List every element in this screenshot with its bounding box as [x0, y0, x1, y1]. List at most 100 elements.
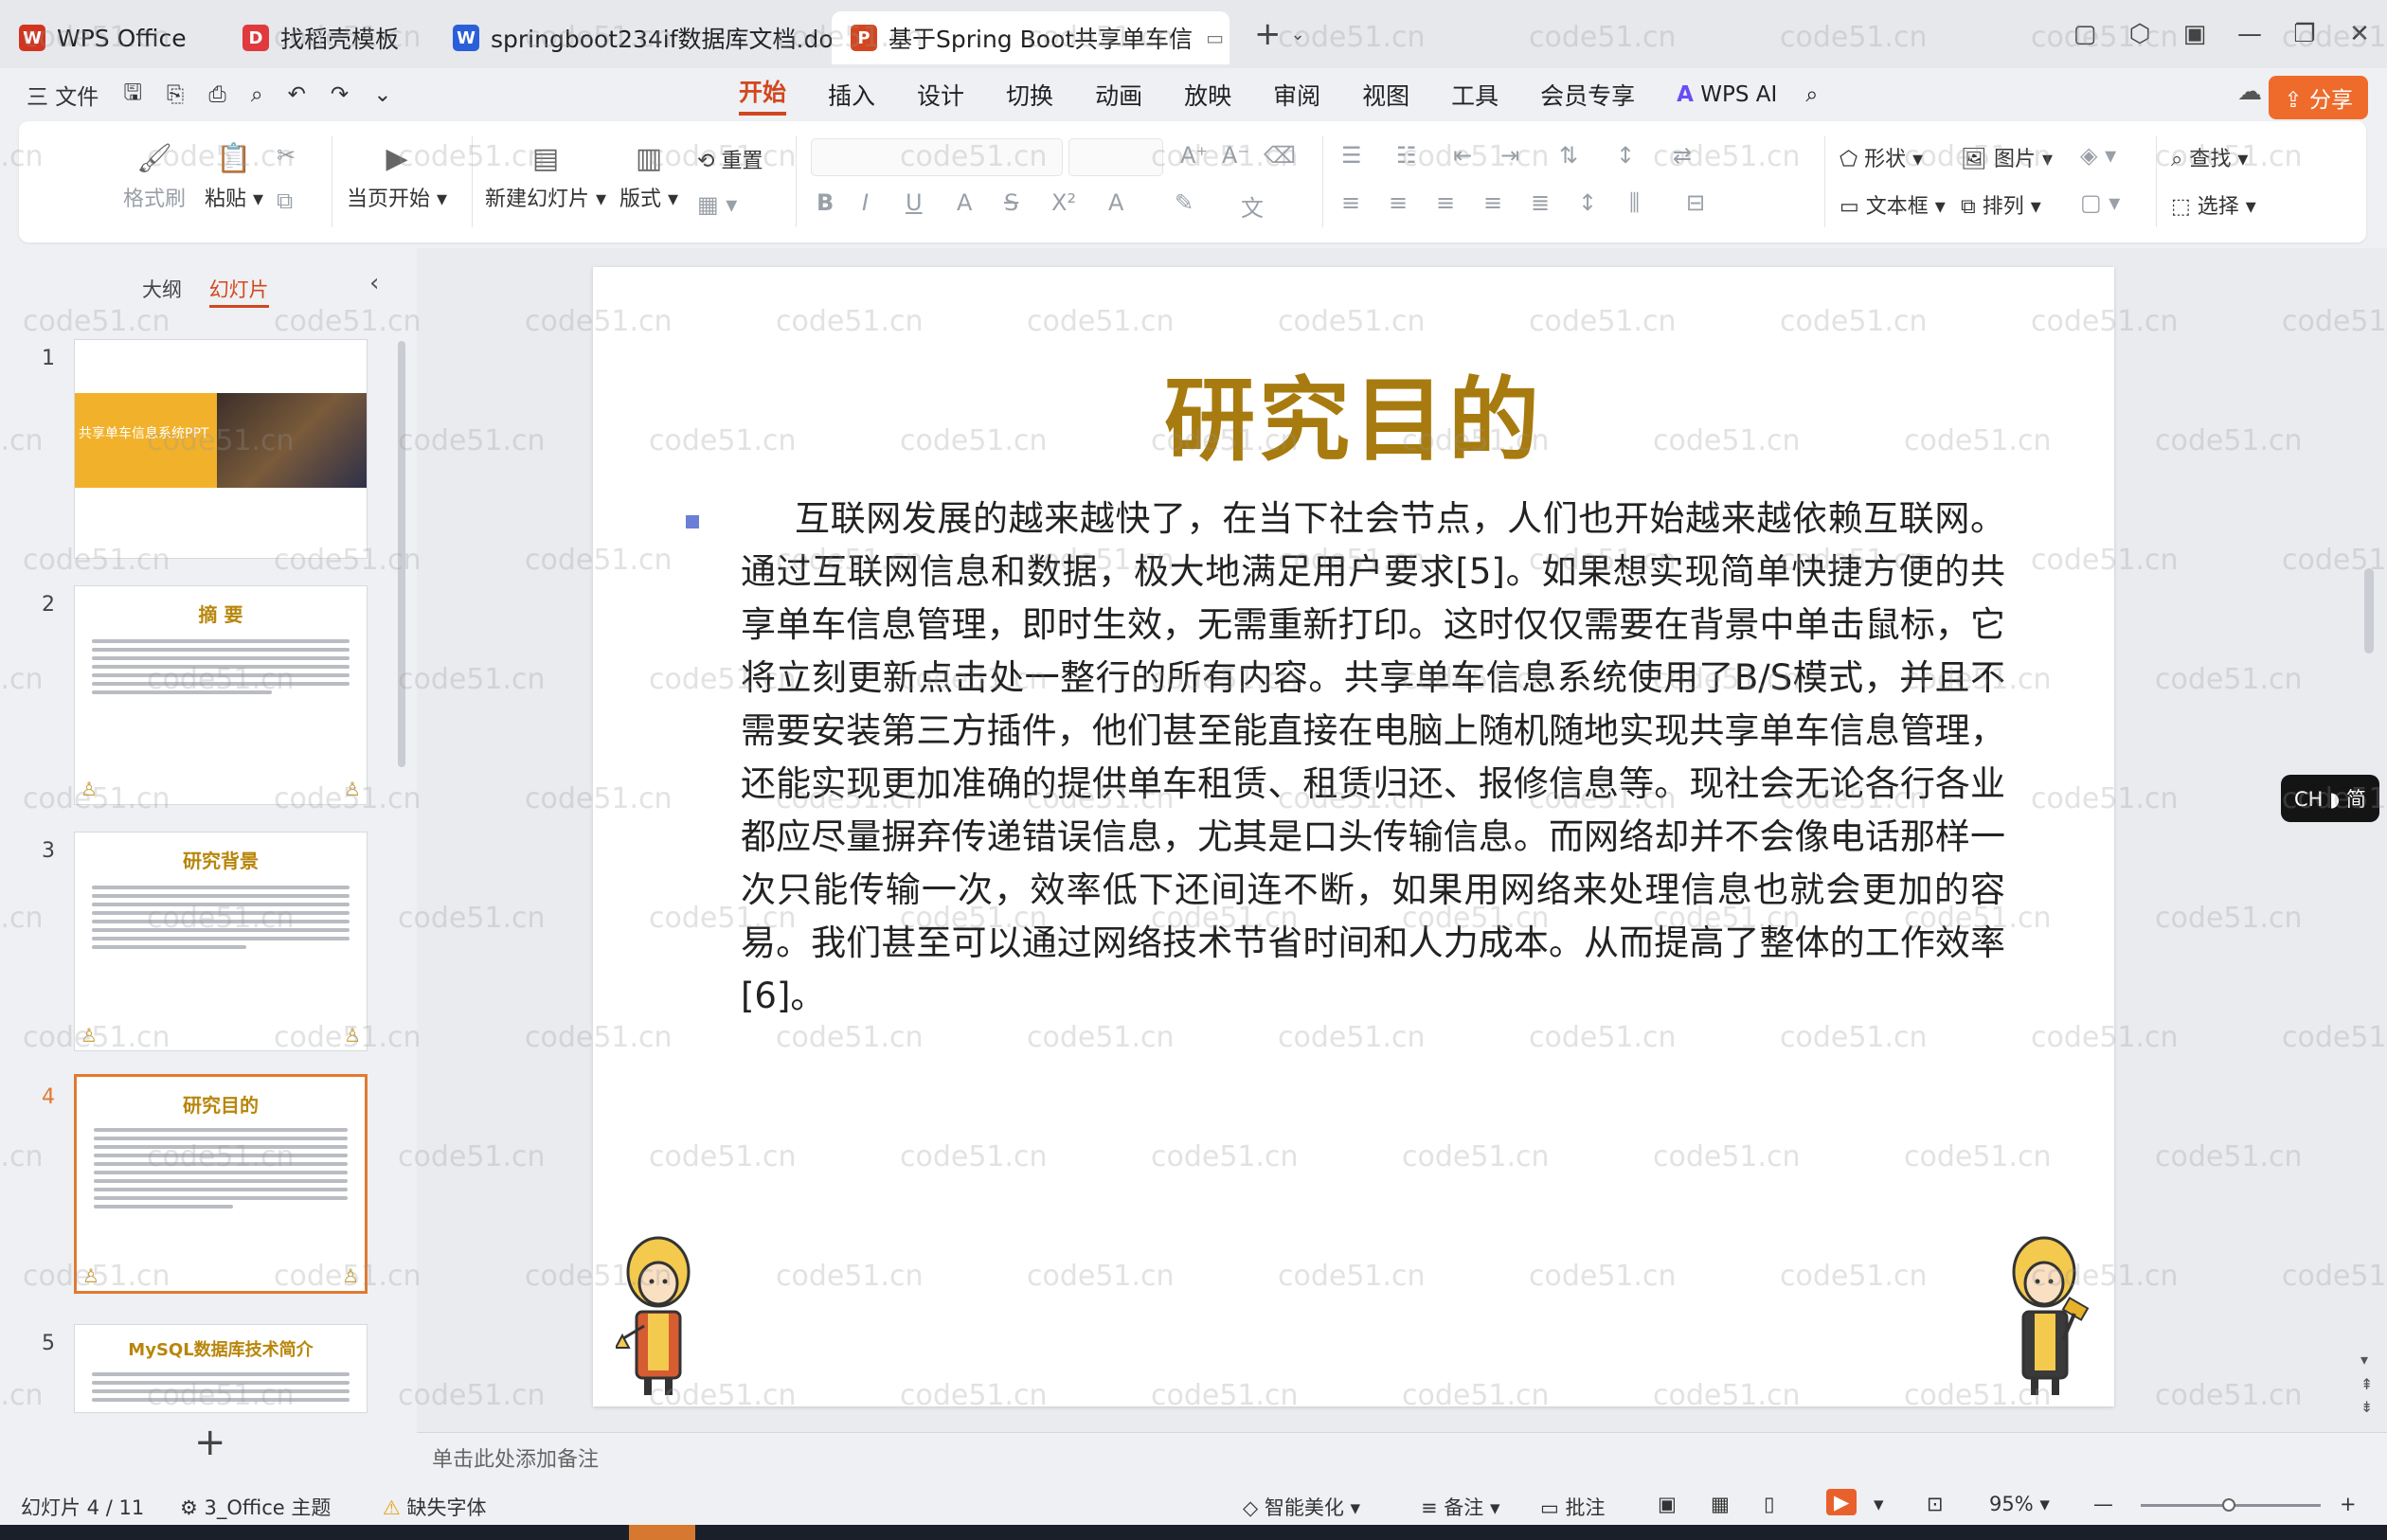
convert-icon[interactable]: ⇄ — [1673, 142, 1692, 169]
select-button[interactable]: ⬚ 选择 ▾ — [2171, 189, 2256, 220]
wps-ai-button[interactable]: A WPS AI — [1677, 82, 1777, 107]
play-current-button[interactable]: ▶ 当页开始 ▾ — [347, 142, 447, 212]
tab-ppt-document[interactable]: P 基于Spring Boot共享单车信 ▭ ✕ — [832, 11, 1229, 64]
text-align-icon[interactable]: ⊟ — [1686, 189, 1705, 216]
slide-title[interactable]: 研究目的 — [593, 347, 2114, 478]
decrease-indent-icon[interactable]: ⇤ — [1453, 142, 1472, 169]
notes-toggle-button[interactable]: ≡ 备注 ▾ — [1421, 1493, 1500, 1521]
justify-icon[interactable]: ≡ — [1483, 189, 1502, 216]
notes-pane[interactable]: 单击此处添加备注 — [417, 1432, 2387, 1477]
increase-font-icon[interactable]: A⁺ — [1180, 142, 1208, 169]
ime-indicator[interactable]: CH ◗ 简 — [2281, 775, 2379, 822]
menu-slideshow[interactable]: 放映 — [1184, 78, 1231, 112]
font-color-icon[interactable]: A — [1108, 189, 1123, 216]
save-icon[interactable]: 🖫 — [123, 77, 142, 114]
superscript-icon[interactable]: X² — [1051, 189, 1076, 216]
canvas-scrollbar[interactable] — [2364, 568, 2374, 654]
menu-member[interactable]: 会员专享 — [1540, 78, 1635, 112]
outline-icon[interactable]: ▢ ▾ — [2080, 189, 2120, 216]
next-slide-icon[interactable]: ⇟ — [2360, 1398, 2373, 1416]
comments-button[interactable]: ▭ 批注 — [1540, 1493, 1606, 1521]
print-preview-icon[interactable]: ⌕ — [251, 82, 263, 107]
menu-transition[interactable]: 切换 — [1006, 78, 1053, 112]
zoom-slider-thumb[interactable] — [2222, 1498, 2235, 1512]
taskbar-active-app[interactable] — [629, 1525, 695, 1540]
find-button[interactable]: ⌕ 查找 ▾ — [2171, 142, 2248, 172]
add-slide-icon[interactable]: + — [194, 1421, 226, 1464]
cut-icon[interactable]: ✂ — [277, 142, 296, 169]
slide-thumbnail-2[interactable]: 摘 要 ♙ ♙ — [74, 585, 368, 805]
arrange-button[interactable]: ⧉ 排列 ▾ — [1961, 189, 2041, 220]
increase-indent-icon[interactable]: ⇥ — [1500, 142, 1519, 169]
fill-icon[interactable]: ◈ ▾ — [2080, 142, 2116, 169]
slide-thumbnail-1[interactable]: 共享单车信息系统PPT — [74, 339, 368, 559]
reset-button[interactable]: ⟲ 重置 — [697, 144, 763, 174]
section-icon[interactable]: ▦ ▾ — [697, 191, 737, 218]
slide-thumbnail-3[interactable]: 研究背景 ♙ ♙ — [74, 832, 368, 1051]
align-left-icon[interactable]: ≡ — [1341, 189, 1360, 216]
slide-thumbnail-5[interactable]: MySQL数据库技术简介 — [74, 1324, 368, 1413]
search-icon[interactable]: ⌕ — [1805, 82, 1818, 107]
notes-placeholder[interactable]: 单击此处添加备注 — [432, 1442, 599, 1473]
slide-body-text[interactable]: 互联网发展的越来越快了，在当下社会节点，人们也开始越来越依赖互联网。通过互联网信… — [741, 492, 2005, 1023]
scroll-down-icon[interactable]: ▾ — [2360, 1351, 2368, 1369]
export-icon[interactable]: ⎘ — [167, 82, 184, 107]
fit-window-icon[interactable]: ⊡ — [1927, 1493, 1944, 1515]
tab-wps-office[interactable]: W WPS Office — [0, 11, 224, 64]
slide-thumbnail-4[interactable]: 研究目的 ♙ ♙ — [74, 1074, 368, 1294]
menu-home[interactable]: 开始 — [739, 74, 787, 116]
layout-button[interactable]: ▥ 版式 ▾ — [619, 142, 678, 212]
menu-animation[interactable]: 动画 — [1095, 78, 1142, 112]
chevron-down-icon[interactable]: ⌄ — [1291, 25, 1305, 45]
smart-beautify-button[interactable]: ◇ 智能美化 ▾ — [1243, 1493, 1360, 1521]
bold-icon[interactable]: B — [817, 189, 834, 216]
avatar-icon[interactable]: ▣ — [2167, 20, 2222, 48]
font-family-select[interactable] — [811, 138, 1063, 176]
redo-icon[interactable]: ↷ — [331, 82, 349, 107]
missing-font-warning[interactable]: ⚠ 缺失字体 — [383, 1493, 487, 1521]
layout-icon[interactable]: ▢ — [2057, 20, 2112, 48]
menu-review[interactable]: 审阅 — [1273, 78, 1320, 112]
tab-docer-templates[interactable]: D 找稻壳模板 — [224, 11, 434, 64]
shape-button[interactable]: ⬠ 形状 ▾ — [1840, 142, 1923, 172]
share-button[interactable]: ⇪ 分享 — [2269, 76, 2368, 119]
maximize-icon[interactable]: ❐ — [2277, 20, 2332, 48]
textbox-button[interactable]: ▭ 文本框 ▾ — [1840, 189, 1946, 220]
tab-outline[interactable]: 大纲 — [142, 278, 182, 301]
distribute-icon[interactable]: ≣ — [1531, 189, 1550, 216]
italic-icon[interactable]: I — [862, 189, 869, 216]
normal-view-icon[interactable]: ▣ — [1658, 1493, 1677, 1515]
text-direction-icon[interactable]: ⇅ — [1559, 142, 1578, 169]
tab-slides[interactable]: 幻灯片 — [208, 278, 269, 308]
copy-icon[interactable]: ⧉ — [277, 188, 293, 214]
column-icon[interactable]: ⫼ — [1629, 189, 1640, 216]
reading-view-icon[interactable]: ▯ — [1764, 1493, 1775, 1515]
zoom-slider[interactable] — [2141, 1498, 2321, 1512]
zoom-level[interactable]: 95% ▾ — [1989, 1493, 2050, 1515]
collapse-panel-icon[interactable]: ‹ — [369, 269, 379, 297]
highlight-icon[interactable]: ✎ — [1175, 189, 1194, 216]
menu-insert[interactable]: 插入 — [828, 78, 875, 112]
chevron-down-icon[interactable]: ⌄ — [373, 82, 391, 107]
sort-icon[interactable]: ↕ — [1616, 142, 1635, 169]
new-slide-button[interactable]: ▤ 新建幻灯片 ▾ — [485, 142, 606, 212]
thumbnail-scrollbar[interactable] — [398, 341, 405, 767]
prev-slide-icon[interactable]: ⇞ — [2360, 1375, 2373, 1393]
clear-format-icon[interactable]: ⌫ — [1264, 142, 1296, 169]
underline-icon[interactable]: U — [906, 189, 923, 216]
chevron-down-icon[interactable]: ▾ — [1874, 1493, 1884, 1515]
align-right-icon[interactable]: ≡ — [1436, 189, 1455, 216]
minimize-icon[interactable]: — — [2222, 20, 2277, 48]
play-slideshow-icon[interactable]: ▶ — [1826, 1489, 1858, 1515]
format-painter-button[interactable]: 🖌 格式刷 — [123, 142, 186, 212]
menu-view[interactable]: 视图 — [1362, 78, 1409, 112]
undo-icon[interactable]: ↶ — [288, 82, 306, 107]
text-shadow-icon[interactable]: A — [957, 189, 972, 216]
decrease-font-icon[interactable]: A⁻ — [1222, 142, 1249, 169]
close-window-icon[interactable]: ✕ — [2332, 20, 2387, 48]
picture-button[interactable]: 🖼 图片 ▾ — [1961, 142, 2053, 172]
phonetic-icon[interactable]: 文 — [1241, 189, 1264, 223]
strikethrough-icon[interactable]: S — [1004, 189, 1018, 216]
numbered-list-icon[interactable]: ☷ — [1396, 142, 1417, 169]
bullet-list-icon[interactable]: ☰ — [1341, 142, 1362, 169]
